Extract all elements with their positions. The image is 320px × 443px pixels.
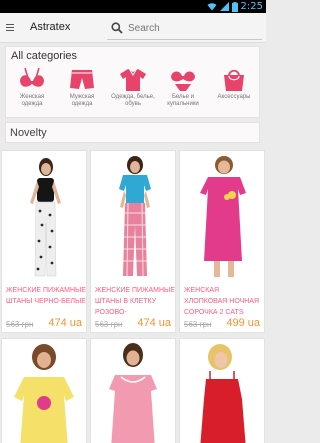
product-name: ЖЕНСКИЕ ПИЖАМНЫЕ ШТАНЫ В КЛЕТКУ РОЗОВО- xyxy=(95,287,175,316)
product-image xyxy=(180,151,264,281)
categories-card: All categories Женская одежда Мужская од… xyxy=(5,46,260,118)
status-time: 2:25 xyxy=(240,1,263,12)
novelty-title: Novelty xyxy=(10,127,47,139)
bag-icon xyxy=(224,69,244,91)
signal-icon xyxy=(219,2,229,11)
category-clothing-shoes[interactable]: Одежда, белье, обувь xyxy=(111,67,155,108)
novelty-header: Novelty xyxy=(5,122,260,143)
old-price: 563 грн xyxy=(6,320,34,329)
category-accessories[interactable]: Аксессуары xyxy=(212,67,256,101)
battery-icon xyxy=(231,1,238,12)
category-mens-clothing[interactable]: Мужская одежда xyxy=(60,67,104,108)
product-card[interactable] xyxy=(179,338,265,443)
product-image xyxy=(2,151,86,281)
product-price: 499 ua xyxy=(226,317,260,329)
shirt-icon xyxy=(120,69,146,91)
lingerie-icon xyxy=(171,71,195,91)
menu-icon[interactable] xyxy=(6,24,14,32)
product-price: 474 ua xyxy=(137,317,171,329)
search-icon[interactable] xyxy=(111,22,123,34)
product-card[interactable]: ЖЕНСКАЯ ХЛОПКОВАЯ НОЧНАЯ СОРОЧКА 2 CATS … xyxy=(179,150,265,333)
categories-title: All categories xyxy=(11,50,78,62)
category-womens-clothing[interactable]: Женская одежда xyxy=(10,67,54,108)
product-card[interactable] xyxy=(1,338,87,443)
search-input[interactable] xyxy=(128,20,262,36)
product-image xyxy=(91,339,175,443)
product-name: ЖЕНСКИЕ ПИЖАМНЫЕ ШТАНЫ ЧЕРНО-БЕЛЫЕ xyxy=(6,287,86,305)
app-title: Astratex xyxy=(30,21,71,33)
old-price: 563 грн xyxy=(95,320,123,329)
product-card[interactable] xyxy=(90,338,176,443)
app-screen: 2:25 Astratex All categories Женская оде… xyxy=(0,0,266,443)
product-price: 474 ua xyxy=(48,317,82,329)
old-price: 563 грн xyxy=(184,320,212,329)
category-lingerie-swimwear[interactable]: Белье и купальники xyxy=(161,67,205,108)
search-underline xyxy=(107,39,262,40)
shorts-icon xyxy=(70,70,94,89)
bra-icon xyxy=(20,67,44,87)
status-bar: 2:25 xyxy=(0,0,266,13)
product-card[interactable]: ЖЕНСКИЕ ПИЖАМНЫЕ ШТАНЫ ЧЕРНО-БЕЛЫЕ 563 г… xyxy=(1,150,87,333)
product-card[interactable]: ЖЕНСКИЕ ПИЖАМНЫЕ ШТАНЫ В КЛЕТКУ РОЗОВО- … xyxy=(90,150,176,333)
wifi-icon xyxy=(207,3,217,11)
product-image xyxy=(180,339,264,443)
product-name: ЖЕНСКАЯ ХЛОПКОВАЯ НОЧНАЯ СОРОЧКА 2 CATS xyxy=(184,287,260,316)
product-image xyxy=(91,151,175,281)
product-image xyxy=(2,339,86,443)
